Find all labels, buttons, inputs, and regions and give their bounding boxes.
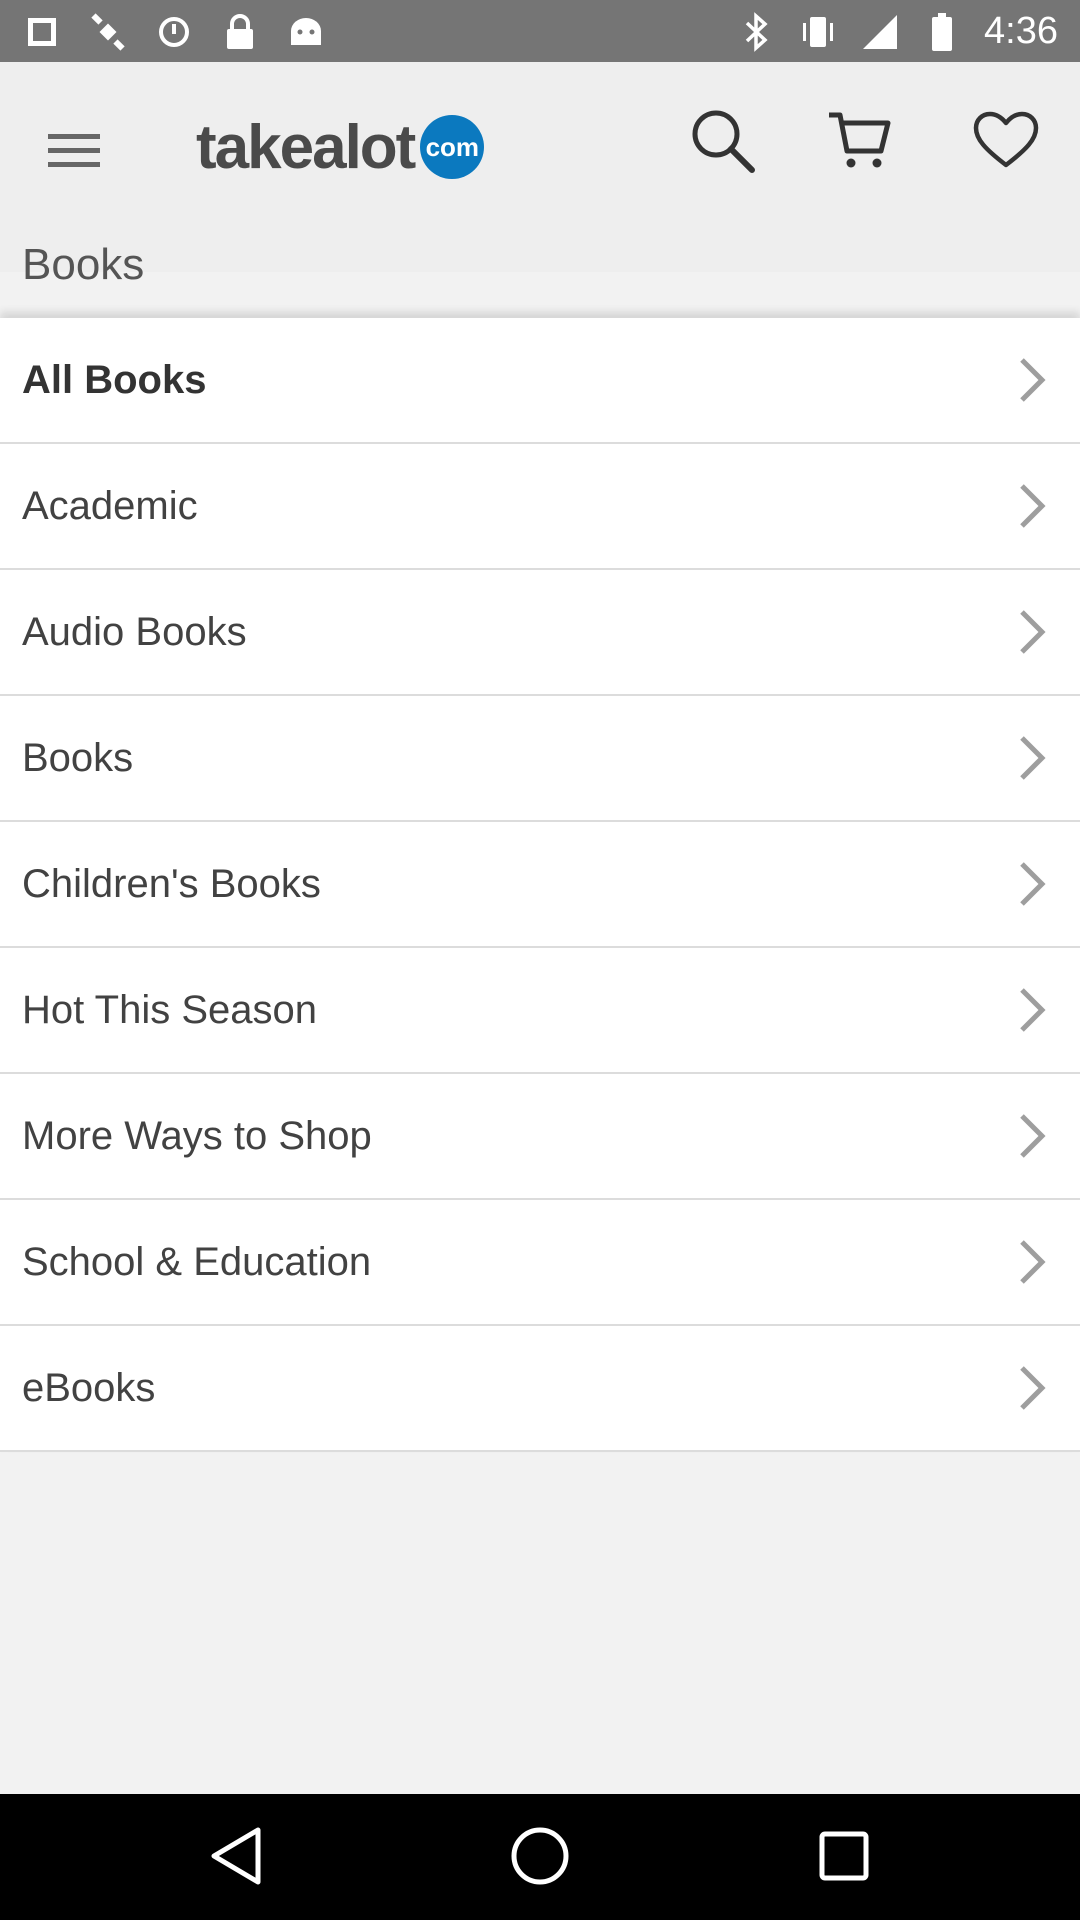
list-item-audio-books[interactable]: Audio Books [0, 570, 1080, 696]
status-bar: 4:36 [0, 0, 1080, 62]
bluetooth-icon [736, 11, 776, 52]
list-item-label: All Books [22, 357, 207, 402]
chevron-right-icon [1012, 476, 1052, 536]
page-title: Books [22, 240, 145, 289]
home-button[interactable] [498, 1816, 582, 1900]
signal-icon [860, 12, 900, 52]
chevron-right-icon [1012, 1106, 1052, 1166]
cart-button[interactable] [818, 100, 902, 184]
list-item-label: School & Education [22, 1239, 372, 1284]
chevron-right-icon [1012, 854, 1052, 914]
search-icon [688, 106, 756, 179]
list-item-all-books[interactable]: All Books [0, 318, 1080, 444]
list-item-school-education[interactable]: School & Education [0, 1200, 1080, 1326]
battery-icon [922, 12, 962, 52]
category-list: All Books Academic Audio Books Books Chi… [0, 318, 1080, 1452]
back-button[interactable] [194, 1816, 278, 1900]
list-item-academic[interactable]: Academic [0, 444, 1080, 570]
menu-button[interactable] [32, 110, 116, 194]
chevron-right-icon [1012, 1358, 1052, 1418]
list-item-books[interactable]: Books [0, 696, 1080, 822]
list-item-label: eBooks [22, 1365, 156, 1410]
logo-text: takealot [196, 112, 416, 182]
android-icon [286, 12, 326, 52]
home-icon [509, 1825, 571, 1892]
logo-badge: com [420, 115, 485, 179]
list-item-label: Audio Books [22, 609, 247, 654]
list-item-label: Children's Books [22, 861, 321, 906]
list-item-label: Hot This Season [22, 987, 317, 1032]
menu-icon [48, 132, 100, 173]
app-bar: takealot com Books [0, 62, 1080, 289]
chevron-right-icon [1012, 1232, 1052, 1292]
list-item-hot-this-season[interactable]: Hot This Season [0, 948, 1080, 1074]
chevron-right-icon [1012, 980, 1052, 1040]
clock: 4:36 [984, 10, 1058, 52]
list-item-label: More Ways to Shop [22, 1113, 372, 1158]
fake-gps-icon [22, 12, 62, 52]
list-item-more-ways-to-shop[interactable]: More Ways to Shop [0, 1074, 1080, 1200]
list-item-childrens-books[interactable]: Children's Books [0, 822, 1080, 948]
vibrate-icon [798, 12, 838, 52]
recent-apps-icon [816, 1828, 872, 1889]
list-item-ebooks[interactable]: eBooks [0, 1326, 1080, 1452]
satellite-icon [88, 12, 128, 52]
back-icon [206, 1824, 266, 1893]
sync-icon [154, 12, 194, 52]
lock-icon [220, 12, 260, 52]
list-item-label: Academic [22, 483, 198, 528]
search-button[interactable] [680, 100, 764, 184]
cart-icon [827, 109, 893, 176]
chevron-right-icon [1012, 350, 1052, 410]
heart-icon [973, 111, 1039, 174]
wishlist-button[interactable] [964, 100, 1048, 184]
takealot-logo[interactable]: takealot com [196, 102, 485, 192]
chevron-right-icon [1012, 728, 1052, 788]
system-nav-bar [0, 1794, 1080, 1920]
chevron-right-icon [1012, 602, 1052, 662]
recent-apps-button[interactable] [802, 1816, 886, 1900]
list-item-label: Books [22, 735, 134, 780]
